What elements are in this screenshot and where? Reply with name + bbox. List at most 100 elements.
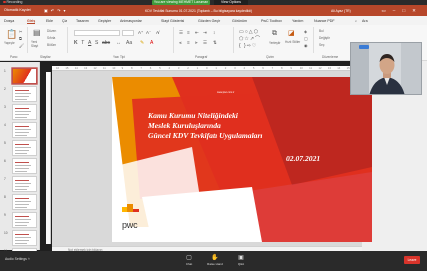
tab-nuance-pdf[interactable]: Nuance PDF: [314, 19, 335, 23]
slide-thumbnail[interactable]: [12, 194, 37, 210]
char-spacing-icon[interactable]: ↔: [116, 40, 121, 46]
tab-ciz[interactable]: Çiz: [62, 19, 67, 23]
thumb-line: [15, 219, 31, 220]
arrange-label[interactable]: Yerleştir: [269, 41, 280, 45]
thumb-line: [15, 237, 31, 238]
arrange-icon[interactable]: ⧉: [272, 30, 277, 37]
autosave-label[interactable]: Otomatik Kaydet: [4, 7, 31, 14]
shape-outline-icon[interactable]: ▢: [304, 36, 308, 42]
thumb-line: [15, 147, 31, 148]
qa-button[interactable]: ▣ Q&A: [232, 254, 250, 266]
align-right-icon[interactable]: ⫸: [195, 40, 198, 46]
chat-button[interactable]: ▢ Chat: [180, 254, 198, 266]
shrink-font-icon[interactable]: A⁻: [146, 30, 151, 36]
select-button[interactable]: Seç: [319, 43, 325, 47]
ribbon-display-icon[interactable]: ▭: [381, 8, 392, 13]
italic-icon[interactable]: T: [81, 40, 84, 46]
audio-settings-label: Audio Settings: [5, 257, 27, 261]
tab-gorunum[interactable]: Görünüm: [232, 19, 247, 23]
quick-styles-label[interactable]: Hızlı Stiller: [285, 40, 303, 45]
copy-icon[interactable]: ⧉: [19, 36, 22, 42]
slide-thumb-number: 9: [4, 213, 6, 217]
increase-indent-icon[interactable]: ⇥: [203, 30, 207, 36]
bullets-icon[interactable]: ☰: [179, 30, 183, 36]
search-icon[interactable]: ⌕: [355, 19, 357, 23]
justify-icon[interactable]: ☰: [203, 40, 207, 46]
presenter-video[interactable]: [350, 42, 422, 95]
pwc-logo-text: pwc: [122, 220, 138, 230]
line-spacing-icon[interactable]: ↕: [213, 30, 215, 36]
ruler-number: 10: [299, 66, 303, 70]
highlight-icon[interactable]: ✎: [140, 40, 144, 46]
new-slide-label[interactable]: Yeni Slayt: [31, 40, 44, 48]
tab-ara[interactable]: Ara: [362, 19, 368, 23]
ruler-number: 2: [224, 66, 227, 70]
user-name[interactable]: Ali Ayaz (TR): [331, 9, 351, 13]
tab-animasyonlar[interactable]: Animasyonlar: [120, 19, 142, 23]
shape-fill-icon[interactable]: ◈: [304, 29, 307, 35]
tab-gecisler[interactable]: Geçişler: [98, 19, 111, 23]
current-slide[interactable]: www.pwc.com.tr Kamu Kurumu Niteliğindeki…: [112, 77, 372, 242]
tab-dosya[interactable]: Dosya: [4, 19, 14, 23]
font-family-select[interactable]: [74, 30, 120, 36]
bold-icon[interactable]: K: [74, 40, 78, 46]
cut-icon[interactable]: ✂: [19, 29, 22, 35]
recording-dot-icon: [3, 0, 6, 4]
numbering-icon[interactable]: ≡: [187, 30, 190, 36]
font-size-select[interactable]: [122, 30, 134, 36]
thumb-line: [15, 189, 27, 190]
layout-button[interactable]: Düzen: [47, 29, 56, 33]
align-center-icon[interactable]: ≡: [187, 40, 190, 46]
maximize-icon[interactable]: □: [402, 8, 412, 13]
find-button[interactable]: Bul: [319, 29, 324, 33]
slide-thumbnail[interactable]: [12, 68, 37, 84]
grow-font-icon[interactable]: A⁺: [138, 30, 143, 36]
tab-gozden-gecir[interactable]: Gözden Geçir: [198, 19, 220, 23]
close-icon[interactable]: ✕: [412, 8, 423, 13]
slide-thumbnail[interactable]: [12, 86, 37, 102]
section-button[interactable]: Bölüm: [47, 43, 56, 47]
change-case-icon[interactable]: Aa: [126, 40, 132, 46]
tab-ekle[interactable]: Ekle: [46, 19, 53, 23]
paste-icon[interactable]: 📋: [6, 30, 17, 39]
shapes-gallery-row2-icon[interactable]: ⬠☆↗⌒: [239, 36, 261, 42]
shapes-gallery-icon[interactable]: ▭○△⬡: [239, 29, 259, 35]
slide-thumbnail[interactable]: [12, 140, 37, 156]
underline-icon[interactable]: A: [88, 40, 91, 46]
slide-thumbnail[interactable]: [12, 104, 37, 120]
new-slide-icon[interactable]: ▤: [33, 29, 41, 37]
slide-thumbnail[interactable]: [12, 122, 37, 138]
save-icon[interactable]: ▣: [44, 8, 51, 13]
reset-button[interactable]: Sıfırla: [47, 36, 55, 40]
shapes-gallery-row3-icon[interactable]: { }⇨♡: [239, 43, 257, 49]
thumb-line: [15, 129, 31, 130]
customize-icon[interactable]: ▾: [64, 8, 69, 13]
shadow-icon[interactable]: S: [95, 40, 98, 46]
thumb-line: [15, 225, 27, 226]
slide-thumbnail[interactable]: [12, 230, 37, 246]
raise-hand-button[interactable]: ✋ Raise Hand: [206, 254, 224, 266]
audio-settings-button[interactable]: Audio Settings ˄: [5, 257, 30, 261]
clear-format-icon[interactable]: A̸: [156, 30, 159, 36]
quick-styles-icon[interactable]: ◪: [288, 30, 295, 37]
minimize-icon[interactable]: –: [393, 8, 403, 13]
font-color-icon[interactable]: A: [150, 40, 153, 46]
text-direction-icon[interactable]: ⇅: [213, 40, 217, 46]
leave-button[interactable]: Leave: [404, 256, 420, 264]
align-left-icon[interactable]: ⫷: [179, 40, 182, 46]
tab-slayt-gosterisi[interactable]: Slayt Gösterisi: [161, 19, 184, 23]
replace-button[interactable]: Değiştir: [319, 36, 330, 40]
tab-pwc-toolbox[interactable]: PwC Toolbox: [261, 19, 282, 23]
strikethrough-icon[interactable]: abc: [102, 40, 110, 46]
tab-tasarim[interactable]: Tasarım: [76, 19, 89, 23]
tab-yardim[interactable]: Yardım: [292, 19, 303, 23]
decrease-indent-icon[interactable]: ⇤: [195, 30, 199, 36]
ruler-number: 5: [252, 66, 255, 70]
format-painter-icon[interactable]: 🖌: [19, 43, 24, 49]
paste-label[interactable]: Yapıştır: [4, 41, 15, 45]
tab-giris[interactable]: Giriş: [27, 19, 36, 24]
slide-thumbnail[interactable]: [12, 212, 37, 228]
slide-thumbnail[interactable]: [12, 176, 37, 192]
shape-effects-icon[interactable]: ◉: [304, 43, 308, 49]
slide-thumbnail[interactable]: [12, 158, 37, 174]
